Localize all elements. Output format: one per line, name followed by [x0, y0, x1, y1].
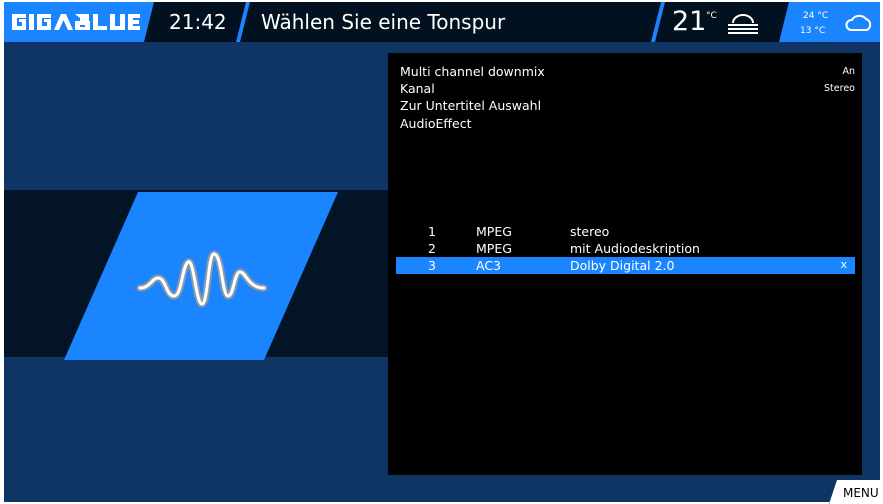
- track-number: 2: [428, 241, 436, 256]
- audio-selection-panel: Multi channel downmix An Kanal Stereo Zu…: [388, 53, 862, 475]
- setting-channel[interactable]: Kanal Stereo: [400, 81, 855, 98]
- setting-audio-effect[interactable]: AudioEffect: [400, 116, 855, 133]
- track-codec: MPEG: [476, 224, 512, 239]
- forecast-low: 13 °C: [800, 26, 826, 36]
- setting-subtitle-selection[interactable]: Zur Untertitel Auswahl: [400, 98, 855, 115]
- setting-value: Stereo: [824, 83, 855, 94]
- setting-label: AudioEffect: [400, 116, 472, 131]
- track-number: 3: [428, 258, 436, 273]
- setting-value: An: [842, 66, 855, 77]
- menu-button-label: MENU: [843, 486, 879, 500]
- page-title: Wählen Sie eine Tonspur: [261, 10, 506, 34]
- setting-label: Kanal: [400, 81, 435, 96]
- track-codec: AC3: [476, 258, 502, 273]
- setting-label: Zur Untertitel Auswahl: [400, 98, 542, 113]
- header-divider: [651, 2, 665, 42]
- temperature-unit: °C: [706, 11, 717, 21]
- logo-plate: [4, 2, 154, 42]
- audio-track-row[interactable]: 1 MPEG stereo: [396, 223, 855, 240]
- cloud-icon: [845, 14, 872, 31]
- clock: 21:42: [169, 10, 227, 34]
- current-temperature: 21: [672, 6, 707, 37]
- setting-downmix[interactable]: Multi channel downmix An: [400, 64, 855, 81]
- track-codec: MPEG: [476, 241, 512, 256]
- audio-wave-icon: [136, 250, 268, 308]
- setting-label: Multi channel downmix: [400, 64, 545, 79]
- audio-track-row-selected[interactable]: 3 AC3 Dolby Digital 2.0 x: [396, 257, 855, 274]
- top-bar: 21:42 Wählen Sie eine Tonspur 21 °C 24 °…: [4, 2, 880, 42]
- track-number: 1: [428, 224, 436, 239]
- track-description: Dolby Digital 2.0: [570, 258, 675, 273]
- screen: 21:42 Wählen Sie eine Tonspur 21 °C 24 °…: [4, 2, 880, 502]
- track-description: stereo: [570, 224, 610, 239]
- selected-mark: x: [840, 258, 847, 271]
- header-divider: [236, 2, 250, 42]
- fog-icon: [728, 14, 758, 34]
- gigablue-logo: [12, 14, 140, 30]
- audio-track-row[interactable]: 2 MPEG mit Audiodeskription: [396, 240, 855, 257]
- forecast-high: 24 °C: [803, 11, 829, 21]
- track-description: mit Audiodeskription: [570, 241, 700, 256]
